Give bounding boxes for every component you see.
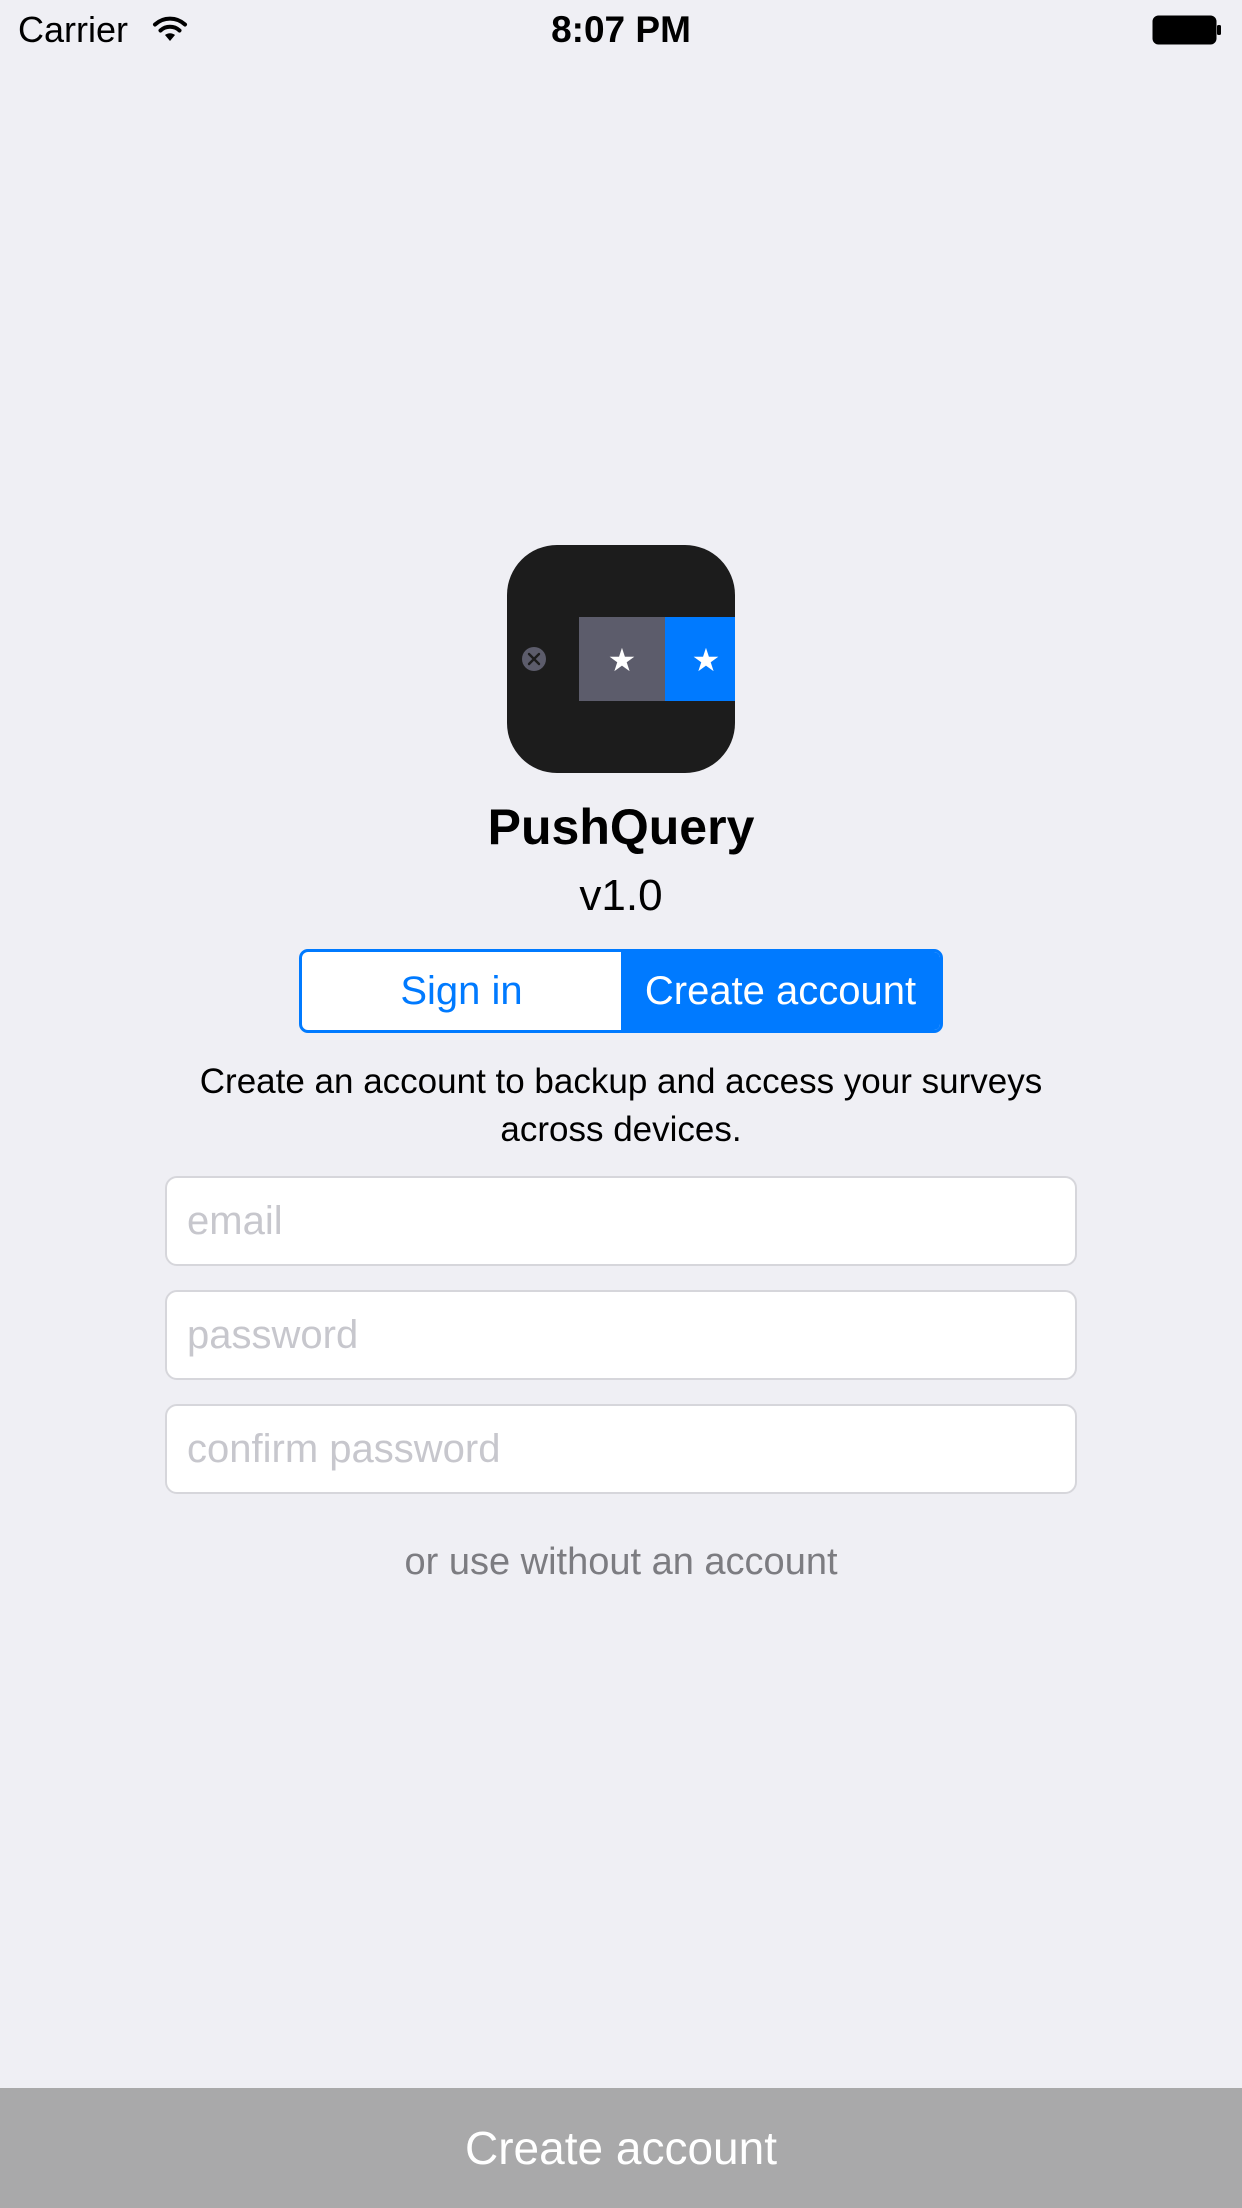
- create-account-description: Create an account to backup and access y…: [199, 1062, 1043, 1149]
- create-account-button[interactable]: Create account: [0, 2088, 1242, 2208]
- svg-text:★: ★: [692, 641, 721, 679]
- status-time: 8:07 PM: [551, 9, 691, 50]
- confirm-password-field[interactable]: [165, 1404, 1077, 1494]
- tab-sign-in[interactable]: Sign in: [302, 952, 621, 1030]
- auth-mode-segmented-control: Sign in Create account: [299, 949, 943, 1033]
- svg-text:★: ★: [608, 641, 637, 679]
- battery-icon: [1152, 15, 1221, 45]
- use-without-account-link[interactable]: or use without an account: [0, 1537, 1242, 1587]
- app-version: v1.0: [579, 871, 663, 920]
- status-bar: Carrier 8:07 PM: [0, 0, 1242, 60]
- email-field[interactable]: [165, 1176, 1077, 1266]
- tab-create-account[interactable]: Create account: [621, 952, 940, 1030]
- app-name: PushQuery: [487, 799, 755, 855]
- app-logo-icon: ★ ★: [507, 545, 735, 773]
- password-field[interactable]: [165, 1290, 1077, 1380]
